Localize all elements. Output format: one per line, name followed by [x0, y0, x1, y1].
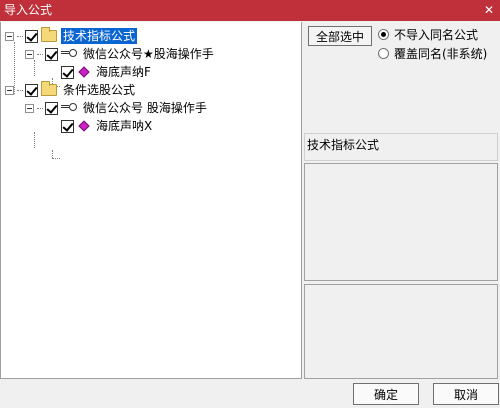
description-box[interactable]	[304, 163, 498, 281]
radio-label: 覆盖同名(非系统)	[394, 47, 488, 61]
diamond-icon	[78, 66, 90, 78]
tree-line	[34, 132, 35, 148]
node-checkbox[interactable]	[25, 29, 38, 43]
collapse-icon[interactable]	[5, 31, 14, 41]
window-title: 导入公式	[4, 3, 53, 17]
node-checkbox[interactable]	[61, 119, 74, 133]
import-formula-dialog: 导入公式 ✕ 技术指标公式 微信公众号★股海操作手 海底声纳F 条件选股公式 微…	[0, 0, 500, 408]
detail-box[interactable]	[304, 284, 498, 379]
collapse-icon[interactable]	[25, 103, 34, 113]
tree-node-tech-formulas[interactable]: 技术指标公式	[5, 27, 138, 45]
radio-label: 不导入同名公式	[394, 28, 479, 42]
title-bar: 导入公式 ✕	[0, 0, 500, 21]
collapse-icon[interactable]	[5, 85, 14, 95]
tree-node-label: 微信公众号 股海操作手	[83, 101, 207, 115]
radio-skip-duplicates[interactable]: 不导入同名公式	[378, 26, 478, 43]
tree-node-sonar-x[interactable]: 海底声呐X	[61, 117, 154, 135]
folder-icon	[41, 27, 57, 42]
collapse-icon[interactable]	[25, 49, 34, 59]
node-checkbox[interactable]	[45, 101, 58, 115]
radio-overwrite-duplicates[interactable]: 覆盖同名(非系统)	[378, 45, 487, 62]
key-icon	[61, 103, 77, 113]
tree-line	[52, 158, 60, 159]
node-checkbox[interactable]	[61, 65, 74, 79]
node-checkbox[interactable]	[25, 83, 38, 97]
tree-node-label: 微信公众号★股海操作手	[83, 47, 214, 61]
cancel-button[interactable]: 取消	[433, 383, 499, 405]
tree-line	[52, 150, 53, 158]
tree-node-label: 海底声呐X	[96, 119, 153, 133]
ok-button[interactable]: 确定	[353, 383, 419, 405]
radio-icon[interactable]	[378, 29, 389, 40]
formula-tree[interactable]: 技术指标公式 微信公众号★股海操作手 海底声纳F 条件选股公式 微信公众号 股海…	[0, 22, 302, 379]
tree-node-wechat-1[interactable]: 微信公众号★股海操作手	[25, 45, 216, 63]
category-label: 技术指标公式	[304, 133, 498, 161]
node-checkbox[interactable]	[45, 47, 58, 61]
close-button[interactable]: ✕	[478, 0, 500, 21]
tree-node-sonar-f[interactable]: 海底声纳F	[61, 63, 153, 81]
tree-node-label: 条件选股公式	[63, 83, 136, 97]
key-icon	[61, 49, 77, 59]
close-icon: ✕	[483, 3, 495, 17]
radio-icon[interactable]	[378, 48, 389, 59]
tree-node-wechat-2[interactable]: 微信公众号 股海操作手	[25, 99, 209, 117]
tree-node-label: 技术指标公式	[61, 28, 138, 44]
select-all-button[interactable]: 全部选中	[308, 26, 372, 46]
diamond-icon	[78, 120, 90, 132]
tree-node-label: 海底声纳F	[96, 65, 151, 79]
folder-icon	[41, 81, 57, 96]
tree-node-condition-formulas[interactable]: 条件选股公式	[5, 81, 137, 99]
dialog-footer: 确定 取消	[0, 379, 500, 408]
